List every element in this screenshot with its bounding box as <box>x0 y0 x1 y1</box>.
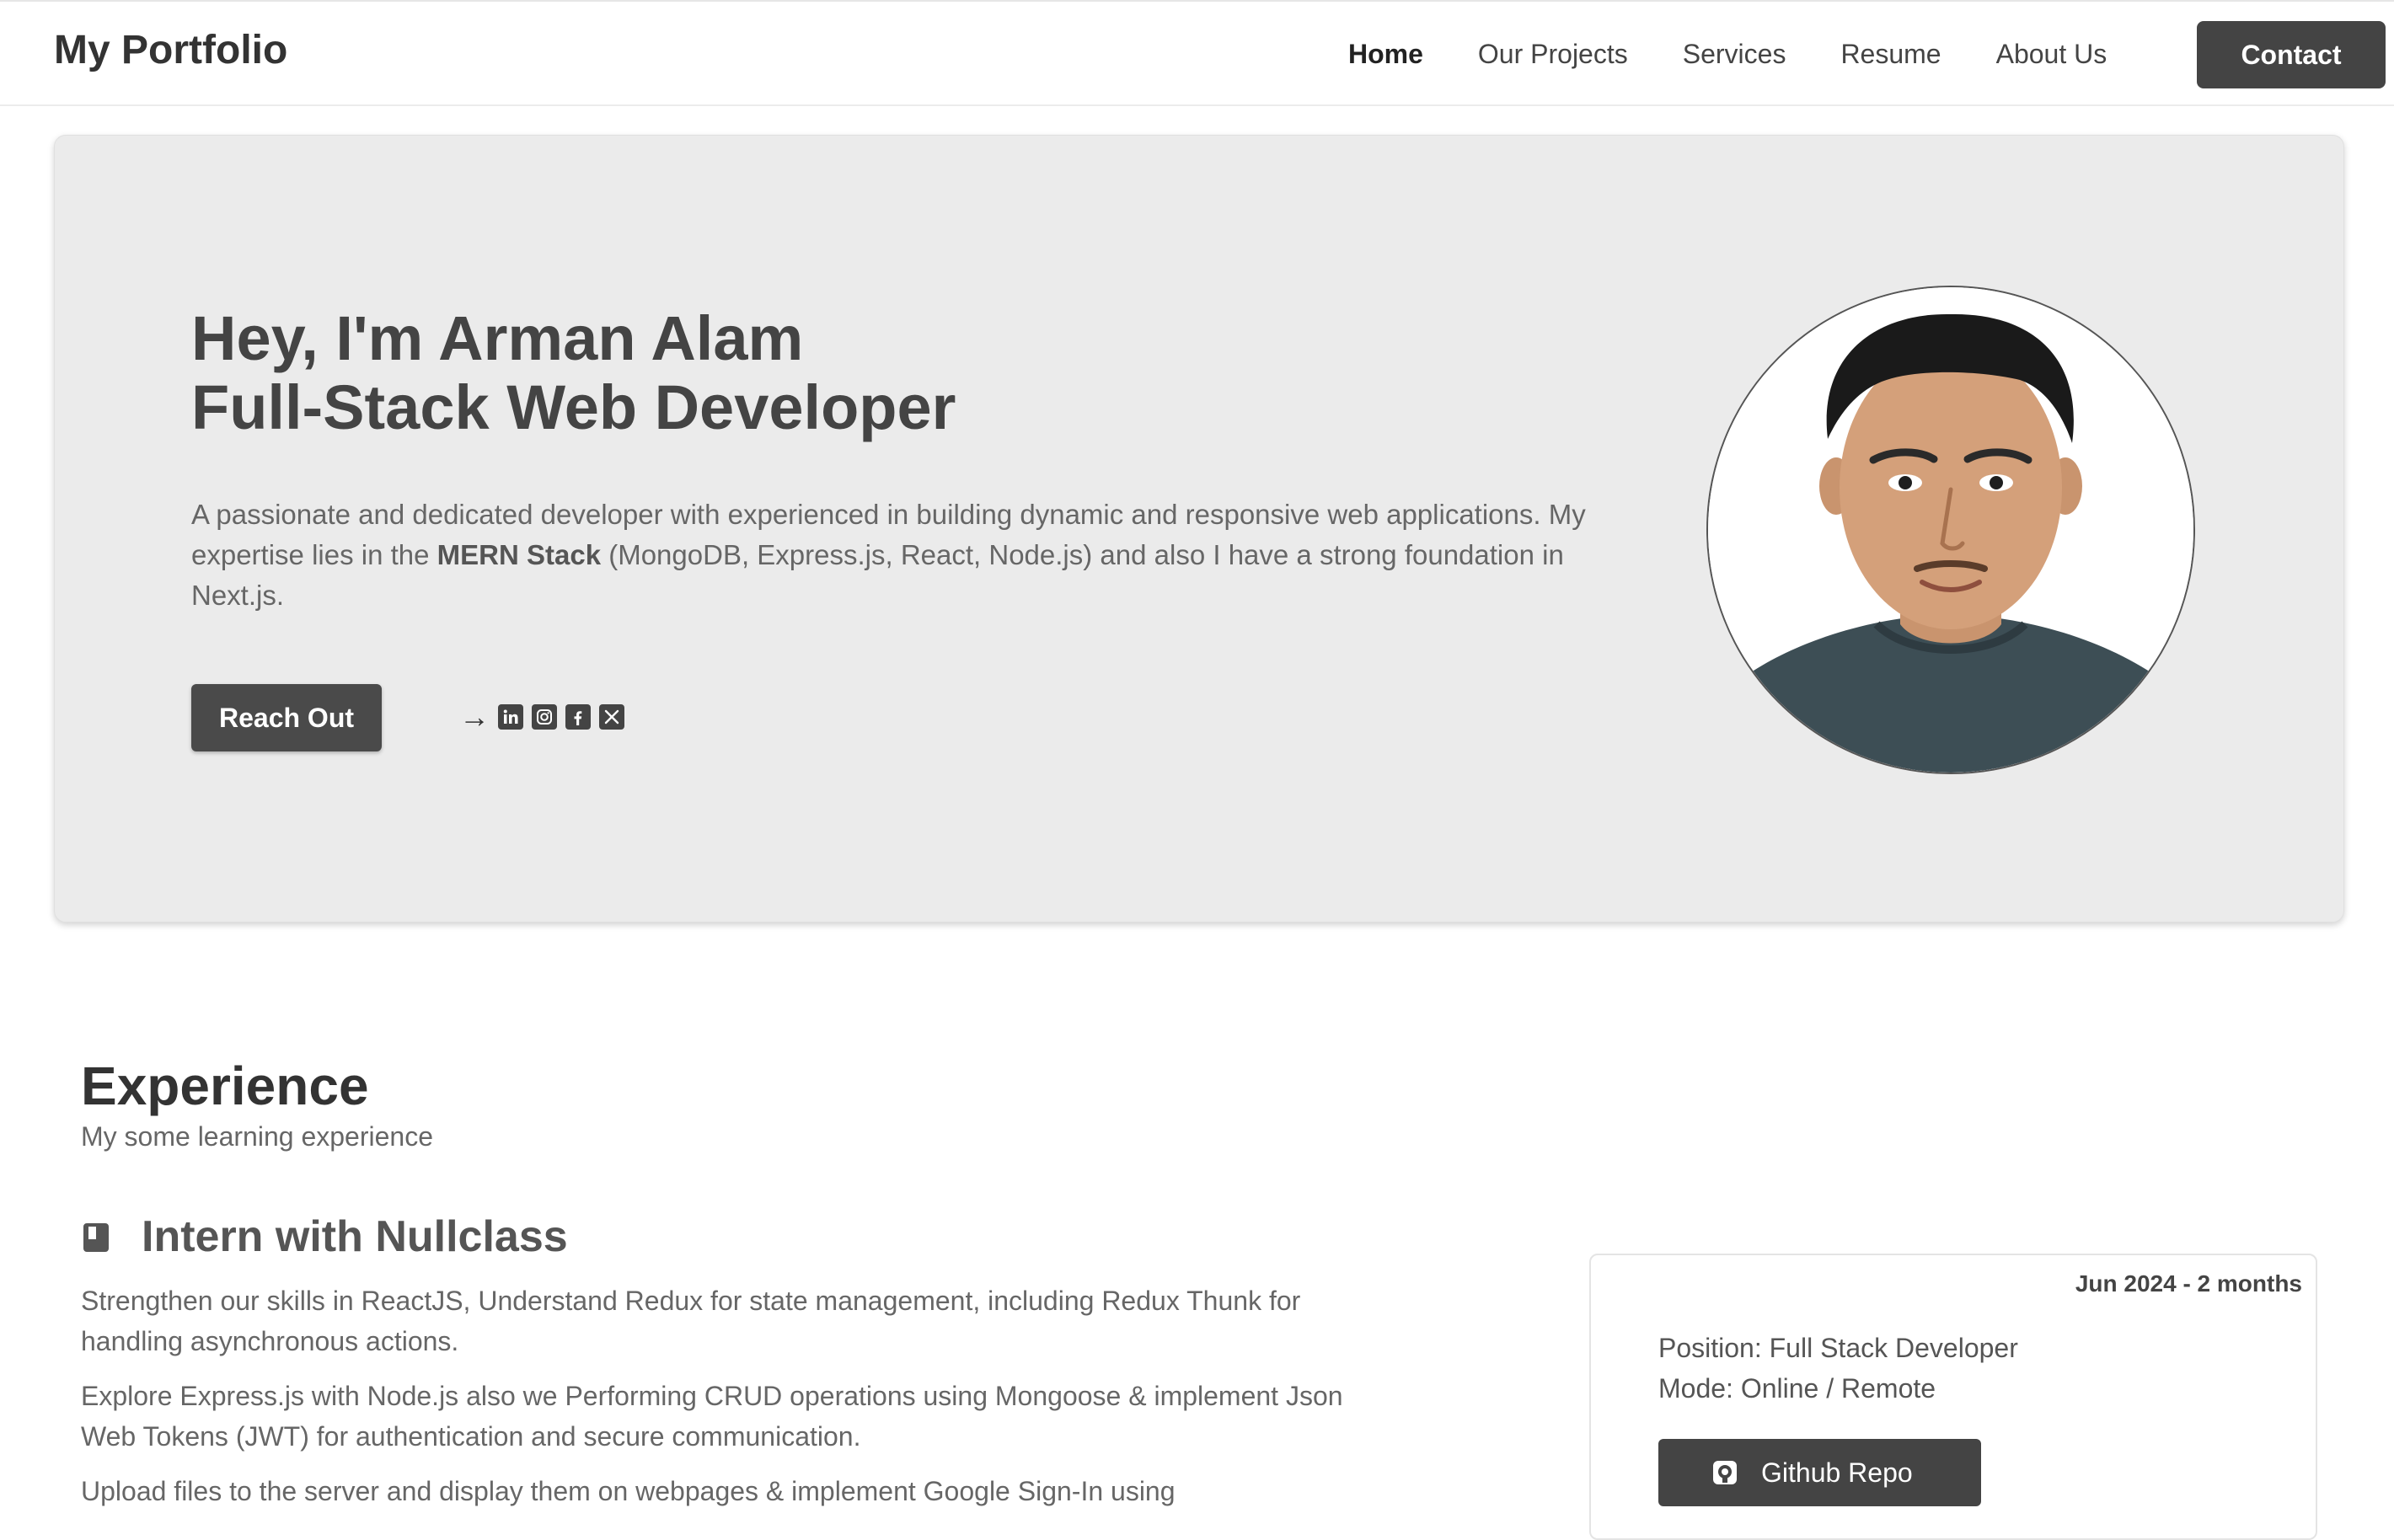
contact-button[interactable]: Contact <box>2197 21 2386 88</box>
book-icon <box>82 1222 110 1258</box>
reach-out-button[interactable]: Reach Out <box>191 684 382 751</box>
github-repo-button[interactable]: Github Repo <box>1658 1439 1981 1506</box>
github-repo-label: Github Repo <box>1761 1457 1913 1488</box>
profile-photo <box>1706 286 2195 774</box>
hero-title: Hey, I'm Arman Alam Full-Stack Web Devel… <box>191 304 956 442</box>
hero-description: A passionate and dedicated developer wit… <box>191 495 1590 616</box>
job-description: Strengthen our skills in ReactJS, Unders… <box>81 1281 1379 1526</box>
experience-subtitle: My some learning experience <box>81 1121 433 1152</box>
linkedin-icon[interactable] <box>498 704 523 730</box>
job-position: Position: Full Stack Developer <box>1658 1333 2018 1363</box>
hero-section: Hey, I'm Arman Alam Full-Stack Web Devel… <box>54 135 2344 922</box>
hero-desc-highlight: MERN Stack <box>436 539 602 570</box>
instagram-icon[interactable] <box>532 704 557 730</box>
nav-link-home[interactable]: Home <box>1348 39 1423 70</box>
nav-link-about-us[interactable]: About Us <box>1996 39 2107 70</box>
arrow-right-icon: → <box>459 699 490 734</box>
social-links: → <box>459 702 624 732</box>
brand-logo[interactable]: My Portfolio <box>54 27 287 73</box>
nav-links: Home Our Projects Services Resume About … <box>1348 39 2161 70</box>
experience-heading: Experience <box>81 1056 369 1116</box>
x-icon[interactable] <box>599 704 624 730</box>
job-details-card: Jun 2024 - 2 months Position: Full Stack… <box>1589 1254 2317 1540</box>
job-date: Jun 2024 - 2 months <box>2075 1270 2302 1297</box>
github-icon <box>1712 1460 1738 1485</box>
job-point: Upload files to the server and display t… <box>81 1476 1176 1506</box>
hero-title-name: Hey, I'm Arman Alam <box>191 303 804 373</box>
job-title: Intern with Nullclass <box>142 1212 568 1261</box>
job-point: Explore Express.js with Node.js also we … <box>81 1381 1343 1452</box>
job-point: Strengthen our skills in ReactJS, Unders… <box>81 1286 1301 1356</box>
job-mode: Mode: Online / Remote <box>1658 1373 1936 1404</box>
navbar: My Portfolio Home Our Projects Services … <box>0 0 2394 106</box>
nav-link-resume[interactable]: Resume <box>1840 39 1941 70</box>
nav-link-services[interactable]: Services <box>1683 39 1786 70</box>
nav-link-our-projects[interactable]: Our Projects <box>1478 39 1628 70</box>
facebook-icon[interactable] <box>565 704 591 730</box>
hero-title-role: Full-Stack Web Developer <box>191 372 956 442</box>
